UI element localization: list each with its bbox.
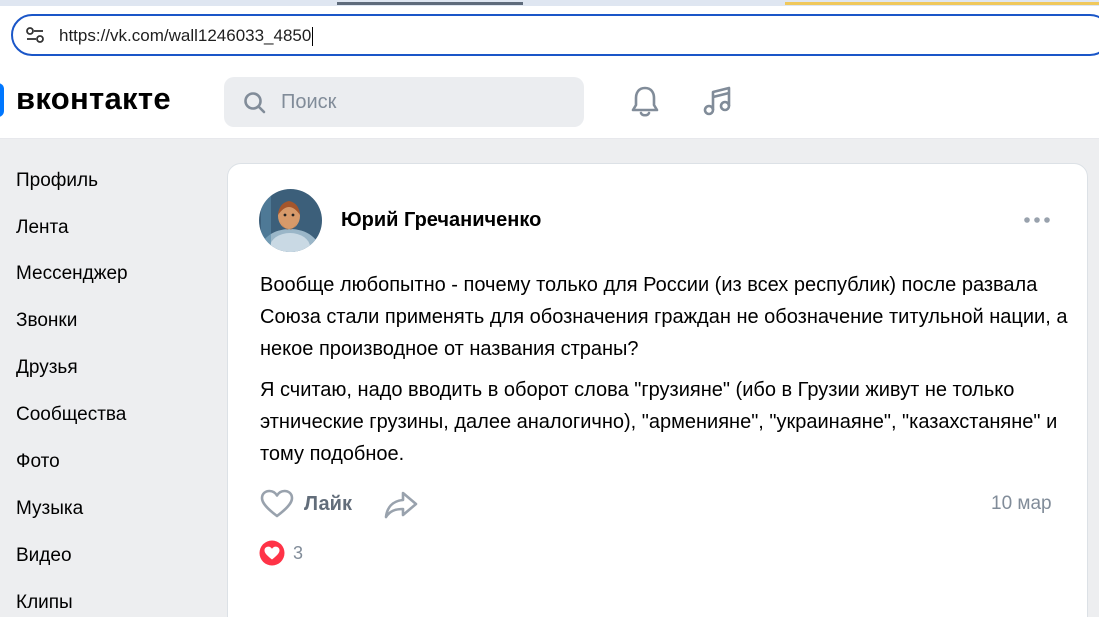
reaction-count: 3 [293,542,304,563]
sidebar-item-photos[interactable]: Фото [16,451,60,473]
post-paragraph: Вообще любопытно - почему только для Рос… [260,274,1068,360]
reactions-summary[interactable]: 3 [259,540,303,566]
sidebar-item-communities[interactable]: Сообщества [16,404,126,426]
vk-header: вконтакте Поиск [0,64,1099,139]
tab-indicator-2[interactable] [785,2,1099,5]
sidebar-item-messenger[interactable]: Мессенджер [16,263,128,285]
heart-outline-icon [260,489,294,518]
share-icon[interactable] [383,489,419,521]
sidebar-item-music[interactable]: Музыка [16,498,83,520]
post-text: Вообще любопытно - почему только для Рос… [260,269,1070,479]
post-date[interactable]: 10 мар [991,493,1052,515]
post-card: Юрий Гречаниченко Вообще любопытно - поч… [227,163,1088,617]
sidebar-item-friends[interactable]: Друзья [16,357,78,379]
like-label: Лайк [304,492,352,515]
browser-toolbar: https://vk.com/wall1246033_4850 [0,6,1099,64]
text-caret [312,27,314,47]
vk-logo-mark[interactable] [0,83,4,117]
music-icon[interactable] [699,82,737,120]
sidebar-item-video[interactable]: Видео [16,545,72,567]
search-input[interactable]: Поиск [224,77,584,127]
left-sidebar: Профиль Лента Мессенджер Звонки Друзья С… [0,139,200,617]
tab-indicator[interactable] [337,2,523,5]
site-settings-icon[interactable] [25,26,45,44]
sidebar-item-calls[interactable]: Звонки [16,310,77,332]
url-text[interactable]: https://vk.com/wall1246033_4850 [59,26,314,47]
bell-icon[interactable] [626,82,664,120]
like-button[interactable]: Лайк [260,486,352,522]
more-options-icon[interactable] [1022,210,1052,230]
address-bar[interactable]: https://vk.com/wall1246033_4850 [11,14,1099,56]
sidebar-item-profile[interactable]: Профиль [16,170,98,192]
avatar[interactable] [259,189,322,252]
search-icon [244,92,266,114]
vk-logo-text[interactable]: вконтакте [16,81,171,117]
sidebar-item-feed[interactable]: Лента [16,217,69,239]
post-paragraph: Я считаю, надо вводить в оборот слова "г… [260,379,1058,465]
search-placeholder: Поиск [281,91,337,113]
sidebar-item-clips[interactable]: Клипы [16,592,73,614]
post-author[interactable]: Юрий Гречаниченко [341,209,541,232]
heart-reaction-icon [259,540,285,566]
